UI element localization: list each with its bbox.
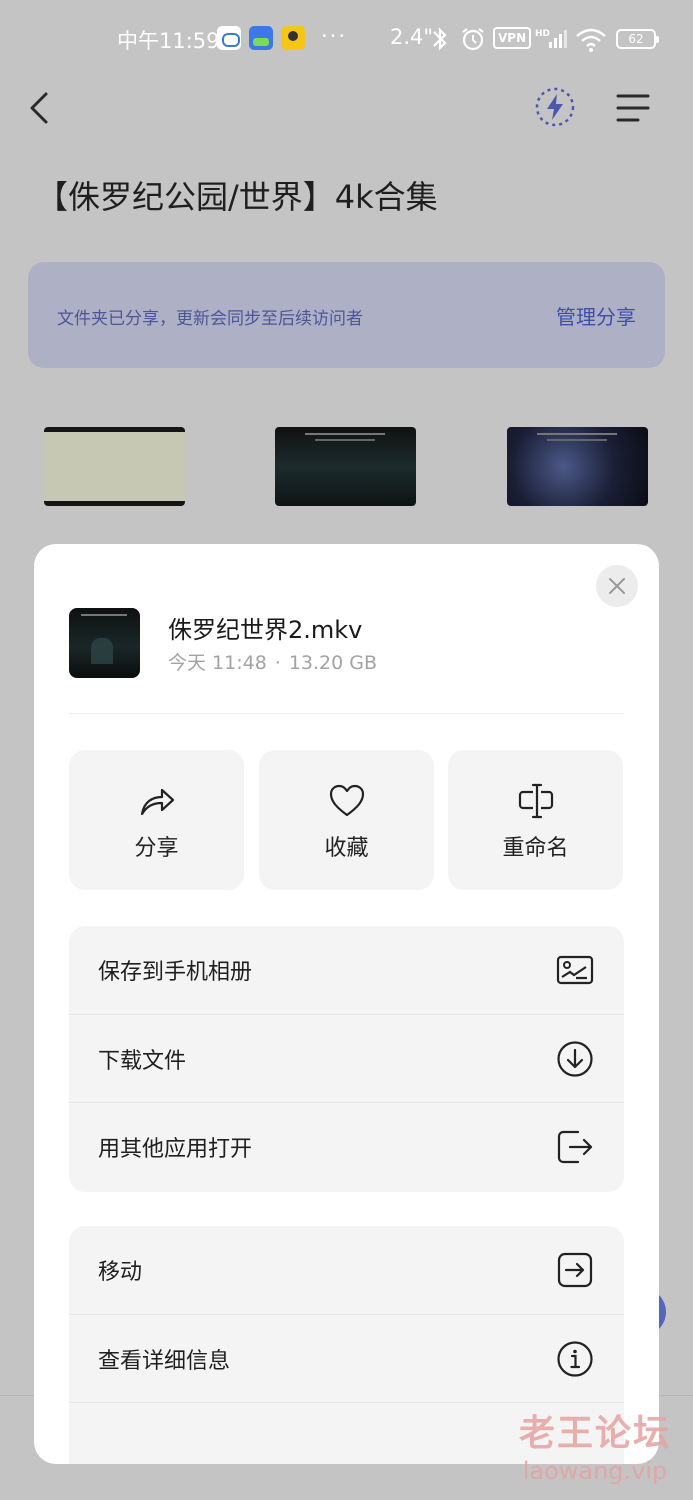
chevron-left-icon[interactable] <box>24 88 60 128</box>
watermark-title: 老王论坛 <box>518 1413 671 1454</box>
status-time: 中午11:59 <box>117 29 220 53</box>
network-speed: 2.4" <box>390 25 434 49</box>
bee-app-icon <box>281 26 305 50</box>
rename-label: 重命名 <box>502 836 569 861</box>
cloud-app-icon <box>217 26 241 50</box>
watermark: 老王论坛 laowang.vip <box>505 1412 685 1486</box>
manage-share-link[interactable]: 管理分享 <box>556 301 636 330</box>
download-icon <box>557 1040 593 1077</box>
file-thumbnail[interactable] <box>44 427 185 506</box>
signal-icon: HD <box>535 29 567 48</box>
menu-group-primary: 保存到手机相册 下载文件 用其他应用打开 <box>69 926 624 1192</box>
file-thumbnail[interactable] <box>507 427 648 506</box>
file-name: 侏罗纪世界2.mkv <box>168 616 363 644</box>
thumbnail-caption <box>547 439 607 441</box>
meta-separator: · <box>274 652 281 674</box>
divider <box>69 713 624 714</box>
share-label: 分享 <box>134 836 179 861</box>
file-action-sheet: 侏罗纪世界2.mkv 今天 11:48 · 13.20 GB 分享 收藏 重命名 保… <box>34 544 659 1464</box>
menu-item-label: 用其他应用打开 <box>98 1137 253 1163</box>
share-banner: 文件夹已分享，更新会同步至后续访问者 管理分享 <box>28 262 665 368</box>
move-icon <box>557 1252 593 1288</box>
vpn-badge: VPN <box>493 27 532 49</box>
status-bar: 中午11:59 ··· 2.4" VPN HD 62 <box>0 0 693 80</box>
file-thumbnail <box>69 608 140 678</box>
share-icon <box>140 788 175 816</box>
download-file-item[interactable]: 下载文件 <box>69 1015 624 1104</box>
file-date: 今天 11:48 <box>168 652 267 674</box>
more-notifications-icon: ··· <box>321 24 348 48</box>
hamburger-menu-icon[interactable] <box>612 88 654 128</box>
alarm-icon <box>462 28 484 51</box>
image-icon <box>556 955 594 985</box>
save-to-album-item[interactable]: 保存到手机相册 <box>69 926 624 1015</box>
open-external-icon <box>557 1131 593 1164</box>
open-with-other-app-item[interactable]: 用其他应用打开 <box>69 1103 624 1192</box>
thumbnail-caption <box>305 433 385 435</box>
page-title: 【侏罗纪公园/世界】4k合集 <box>36 178 438 216</box>
battery-indicator: 62 <box>616 29 659 49</box>
share-button[interactable]: 分享 <box>69 750 244 890</box>
heart-icon <box>329 784 365 817</box>
file-size: 13.20 GB <box>288 652 378 674</box>
thumbnail-caption <box>537 433 617 435</box>
file-thumbnail[interactable] <box>275 427 416 506</box>
move-item[interactable]: 移动 <box>69 1226 624 1315</box>
lightning-icon[interactable] <box>533 85 577 129</box>
wifi-icon <box>576 28 606 52</box>
close-icon[interactable] <box>596 565 638 607</box>
favorite-button[interactable]: 收藏 <box>259 750 434 890</box>
view-details-item[interactable]: 查看详细信息 <box>69 1315 624 1404</box>
menu-item-label: 查看详细信息 <box>98 1348 231 1374</box>
info-icon <box>557 1340 593 1377</box>
favorite-label: 收藏 <box>324 836 369 861</box>
bluetooth-icon <box>433 27 447 51</box>
menu-item-label: 移动 <box>98 1260 143 1285</box>
menu-item-label: 保存到手机相册 <box>98 960 253 985</box>
rename-button[interactable]: 重命名 <box>448 750 623 890</box>
share-banner-text: 文件夹已分享，更新会同步至后续访问者 <box>57 309 363 329</box>
photo-app-icon <box>249 26 273 50</box>
svg-text:HD: HD <box>535 29 550 39</box>
watermark-url: laowang.vip <box>522 1457 668 1485</box>
rename-icon <box>518 783 554 819</box>
menu-item-label: 下载文件 <box>98 1048 187 1074</box>
file-meta: 今天 11:48 · 13.20 GB <box>168 648 377 675</box>
thumbnail-caption <box>315 439 375 441</box>
